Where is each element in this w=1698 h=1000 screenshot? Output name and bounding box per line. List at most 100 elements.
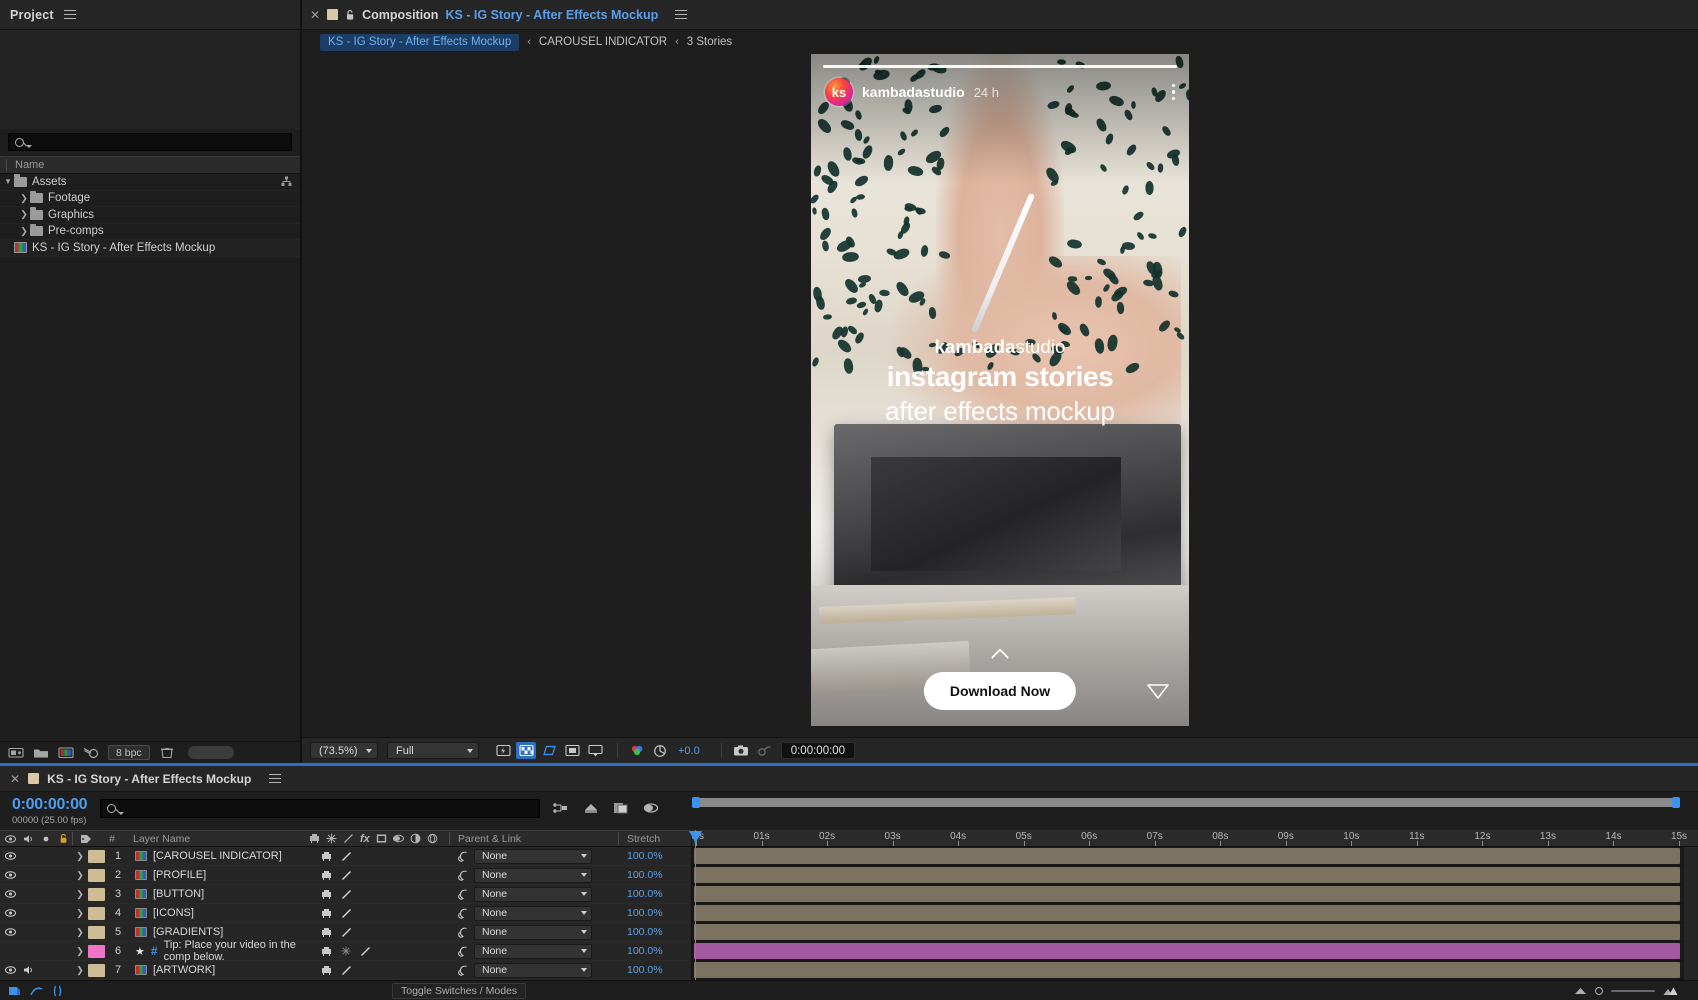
new-composition-icon[interactable] xyxy=(58,746,74,759)
layer-name-cell[interactable]: [ARTWORK] xyxy=(131,964,311,976)
project-panel-scroll-pill[interactable] xyxy=(187,746,234,759)
layer-duration-bar[interactable] xyxy=(694,924,1680,940)
quality-icon[interactable] xyxy=(360,946,371,957)
frame-render-time-icon[interactable] xyxy=(8,985,21,997)
zoom-level-select[interactable]: (73.5%) xyxy=(310,742,378,759)
chevron-right-icon[interactable]: ❯ xyxy=(18,226,30,237)
layer-bar-row[interactable] xyxy=(692,961,1698,980)
exposure-reset-icon[interactable] xyxy=(650,742,670,759)
timeline-search-input[interactable] xyxy=(100,799,540,818)
layer-name-cell[interactable]: [BUTTON] xyxy=(131,888,311,900)
layer-bar-row[interactable] xyxy=(692,847,1698,866)
project-item-ks-ig-story-after-effects-mockup[interactable]: KS - IG Story - After Effects Mockup xyxy=(0,240,300,257)
parent-link-cell[interactable]: None xyxy=(451,943,619,959)
draft-3d-icon[interactable] xyxy=(583,801,599,815)
composition-viewer[interactable]: ks kambadastudio 24 h kambadastudio inst… xyxy=(302,54,1698,737)
composition-panel-menu-icon[interactable] xyxy=(675,9,688,20)
project-item-graphics[interactable]: ❯ Graphics xyxy=(0,207,300,224)
pick-whip-icon[interactable] xyxy=(457,889,468,900)
stretch-value[interactable]: 100.0% xyxy=(619,888,691,900)
chevron-right-icon[interactable]: ❯ xyxy=(72,889,88,900)
layer-audio-toggle[interactable] xyxy=(20,965,38,975)
pick-whip-icon[interactable] xyxy=(457,908,468,919)
avatar[interactable]: ks xyxy=(825,78,853,106)
parent-link-cell[interactable]: None xyxy=(451,886,619,902)
project-search-input[interactable] xyxy=(8,133,292,151)
parent-select[interactable]: None xyxy=(474,905,592,921)
quality-icon[interactable] xyxy=(341,927,352,938)
stretch-value[interactable]: 100.0% xyxy=(619,907,691,919)
breadcrumb-item-3-stories[interactable]: 3 Stories xyxy=(687,36,732,48)
layer-bar-row[interactable] xyxy=(692,904,1698,923)
timeline-tab-label[interactable]: KS - IG Story - After Effects Mockup xyxy=(47,772,251,786)
expression-icon[interactable] xyxy=(52,985,63,997)
project-item-assets[interactable]: ▾ Assets xyxy=(0,174,300,191)
layer-visibility-toggle[interactable] xyxy=(0,928,20,936)
new-folder-icon[interactable] xyxy=(33,746,49,759)
work-area-bar[interactable] xyxy=(692,798,1680,807)
shy-icon[interactable] xyxy=(321,851,332,862)
table-row[interactable]: ❯ 6 ★ # Tip: Place your video in the comp be… xyxy=(0,939,691,963)
story-username[interactable]: kambadastudio xyxy=(862,84,965,100)
graph-editor-icon[interactable] xyxy=(30,985,43,997)
layer-name-column-header[interactable]: Layer Name xyxy=(125,831,309,846)
table-row[interactable]: ❯ 5 [GRADIENTS] None 100.0% xyxy=(0,923,691,942)
resolution-select[interactable]: Full xyxy=(387,742,479,759)
layer-switches[interactable] xyxy=(311,946,451,957)
zoom-out-mountain-icon[interactable] xyxy=(1574,986,1587,995)
layer-switches[interactable] xyxy=(311,870,451,881)
layer-switches[interactable] xyxy=(311,889,451,900)
timeline-panel-menu-icon[interactable] xyxy=(269,773,282,784)
layer-label-color[interactable] xyxy=(88,906,105,920)
toggle-view-layout-button[interactable] xyxy=(585,742,605,759)
fast-previews-button[interactable] xyxy=(493,742,513,759)
shy-icon[interactable] xyxy=(321,965,332,976)
quality-icon[interactable] xyxy=(341,851,352,862)
chevron-right-icon[interactable]: ❯ xyxy=(18,193,30,204)
parent-link-cell[interactable]: None xyxy=(451,848,619,864)
chevron-right-icon[interactable]: ❯ xyxy=(72,946,88,957)
shy-icon[interactable] xyxy=(321,870,332,881)
layer-name-cell[interactable]: [ICONS] xyxy=(131,907,311,919)
stretch-value[interactable]: 100.0% xyxy=(619,945,691,957)
parent-select[interactable]: None xyxy=(474,943,592,959)
layer-label-color[interactable] xyxy=(88,849,105,863)
layer-bar-row[interactable] xyxy=(692,885,1698,904)
zoom-in-mountains-icon[interactable] xyxy=(1663,986,1678,996)
layer-label-color[interactable] xyxy=(88,944,105,958)
chevron-right-icon[interactable]: ❯ xyxy=(72,851,88,862)
layer-switches[interactable] xyxy=(311,927,451,938)
collapse-transformations-icon[interactable] xyxy=(341,946,351,956)
layer-label-color[interactable] xyxy=(88,963,105,977)
pick-whip-icon[interactable] xyxy=(457,851,468,862)
work-area-start-handle[interactable] xyxy=(692,797,700,808)
toggle-mask-paths-button[interactable] xyxy=(539,742,559,759)
parent-select[interactable]: None xyxy=(474,886,592,902)
time-ruler[interactable]: 00s01s02s03s04s05s06s07s08s09s10s11s12s1… xyxy=(692,830,1698,847)
pick-whip-icon[interactable] xyxy=(457,870,468,881)
layer-name-cell[interactable]: [GRADIENTS] xyxy=(131,926,311,938)
layer-label-color[interactable] xyxy=(88,925,105,939)
shy-icon[interactable] xyxy=(321,946,332,957)
layer-name-cell[interactable]: [CAROUSEL INDICATOR] xyxy=(131,850,311,862)
toggle-title-action-safe-button[interactable] xyxy=(562,742,582,759)
send-icon[interactable] xyxy=(1145,678,1171,704)
layer-bar-row[interactable] xyxy=(692,942,1698,961)
delete-icon[interactable] xyxy=(159,746,175,759)
close-icon[interactable]: ✕ xyxy=(310,9,320,21)
table-row[interactable]: ❯ 3 [BUTTON] None 100.0% xyxy=(0,885,691,904)
parent-select[interactable]: None xyxy=(474,924,592,940)
interpret-footage-icon[interactable] xyxy=(8,746,24,759)
playhead[interactable] xyxy=(689,830,702,980)
work-area-end-handle[interactable] xyxy=(1672,797,1680,808)
quality-icon[interactable] xyxy=(341,965,352,976)
exposure-value[interactable]: +0.0 xyxy=(678,745,700,757)
download-now-button[interactable]: Download Now xyxy=(923,672,1077,710)
lock-icon[interactable] xyxy=(345,9,355,21)
carousel-indicator[interactable] xyxy=(823,65,1177,68)
stretch-value[interactable]: 100.0% xyxy=(619,850,691,862)
layer-visibility-toggle[interactable] xyxy=(0,909,20,917)
shy-icon[interactable] xyxy=(321,908,332,919)
shy-icon[interactable] xyxy=(321,927,332,938)
parent-link-cell[interactable]: None xyxy=(451,867,619,883)
